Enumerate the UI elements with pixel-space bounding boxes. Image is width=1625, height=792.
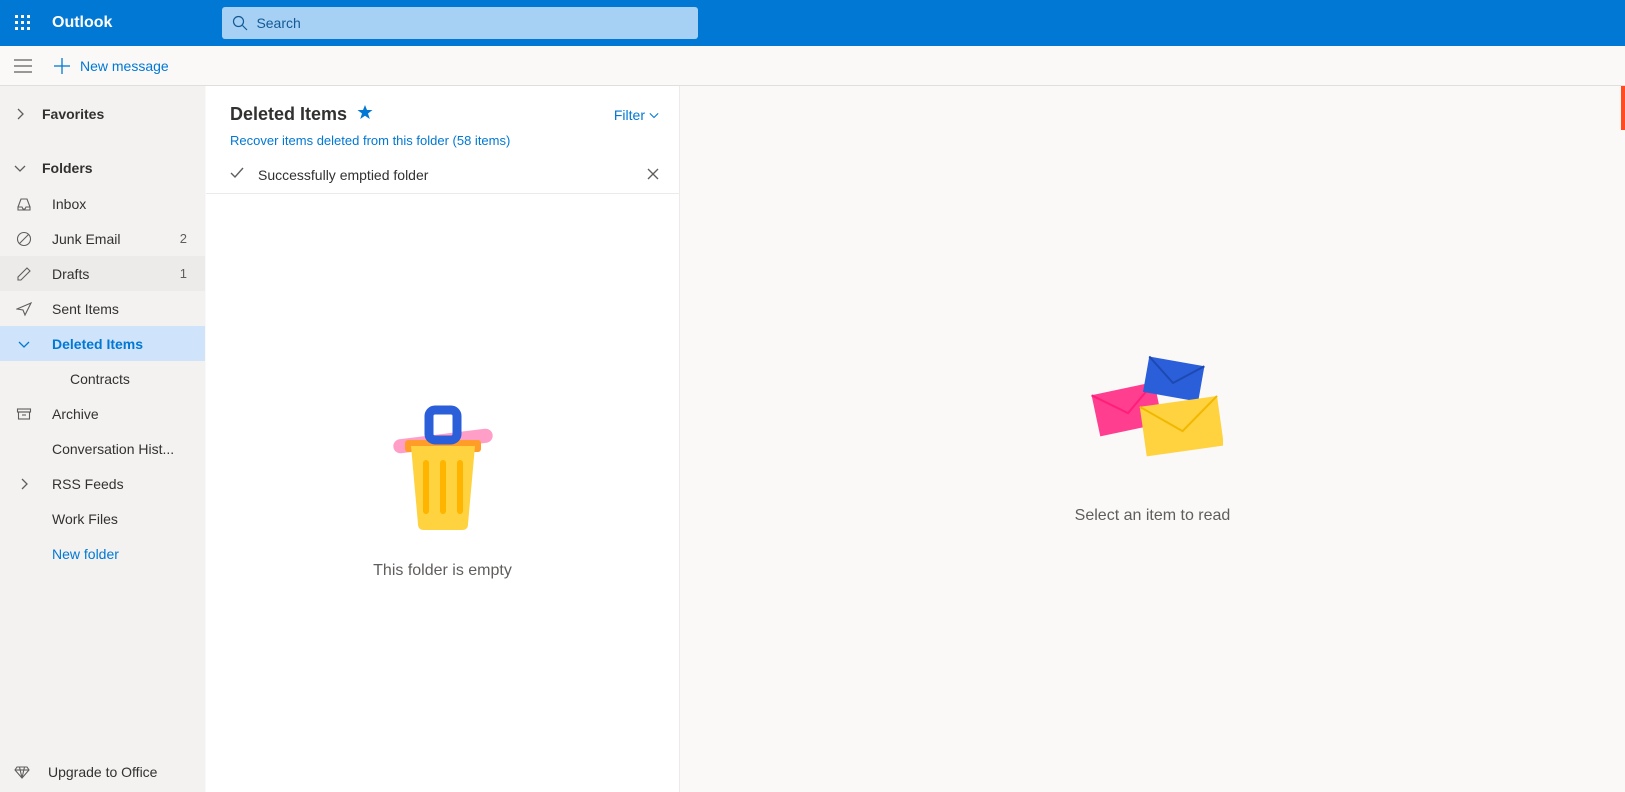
folder-title: Deleted Items [230, 104, 347, 125]
search-input[interactable] [248, 7, 698, 39]
pencil-icon [14, 266, 34, 282]
sidebar-item-label: RSS Feeds [52, 476, 205, 492]
waffle-icon [15, 15, 31, 31]
empty-state: This folder is empty [206, 194, 679, 792]
nav-toggle-button[interactable] [0, 59, 46, 73]
new-folder-label: New folder [52, 546, 205, 562]
search-box[interactable] [222, 7, 698, 39]
hamburger-icon [14, 59, 32, 73]
check-icon [230, 166, 244, 183]
sidebar-item-drafts[interactable]: Drafts 1 [0, 256, 205, 291]
archive-icon [14, 406, 34, 422]
chevron-down-icon [14, 162, 26, 174]
favorites-header[interactable]: Favorites [0, 96, 205, 132]
folders-label: Folders [42, 160, 93, 176]
sidebar-item-label: Work Files [52, 511, 205, 527]
envelopes-illustration [1083, 353, 1223, 463]
chevron-right-icon [14, 108, 26, 120]
filter-label: Filter [614, 107, 645, 123]
sidebar-spacer [0, 571, 205, 752]
sidebar-item-label: Sent Items [52, 301, 205, 317]
sidebar-item-label: Junk Email [52, 231, 180, 247]
close-icon [647, 168, 659, 180]
reading-placeholder-text: Select an item to read [1075, 507, 1231, 525]
message-list-pane: Deleted Items Filter Recover items delet… [206, 86, 680, 792]
inbox-icon [14, 196, 34, 212]
sidebar-item-count: 2 [180, 231, 187, 246]
toolbar: New message [0, 46, 1625, 86]
sidebar-item-rss[interactable]: RSS Feeds [0, 466, 205, 501]
sidebar-item-label: Deleted Items [52, 336, 205, 352]
favorite-star-button[interactable] [357, 104, 373, 125]
upgrade-button[interactable]: Upgrade to Office [0, 752, 205, 792]
sidebar-item-sent[interactable]: Sent Items [0, 291, 205, 326]
sidebar-item-contracts[interactable]: Contracts [0, 361, 205, 396]
notification-text: Successfully emptied folder [258, 167, 633, 183]
chevron-down-icon [14, 338, 34, 350]
app-name[interactable]: Outlook [52, 14, 112, 32]
sidebar-item-deleted[interactable]: Deleted Items [0, 326, 205, 361]
sidebar-item-junk[interactable]: Junk Email 2 [0, 221, 205, 256]
search-icon [232, 15, 248, 31]
notification-bar: Successfully emptied folder [206, 156, 679, 194]
main-layout: Favorites Folders Inbox Junk Email 2 Dra… [0, 86, 1625, 792]
chevron-down-icon [649, 110, 659, 120]
chevron-right-icon [14, 478, 34, 490]
new-message-label: New message [80, 58, 169, 74]
sidebar-item-label: Conversation Hist... [52, 441, 205, 457]
accent-strip [1621, 86, 1625, 130]
sidebar-item-label: Archive [52, 406, 205, 422]
filter-button[interactable]: Filter [614, 107, 659, 123]
title-bar: Outlook [0, 0, 1625, 46]
sidebar-item-workfiles[interactable]: Work Files [0, 501, 205, 536]
sidebar-item-archive[interactable]: Archive [0, 396, 205, 431]
sidebar-item-conversation-history[interactable]: Conversation Hist... [0, 431, 205, 466]
sidebar-item-label: Drafts [52, 266, 180, 282]
send-icon [14, 301, 34, 317]
sidebar-item-label: Inbox [52, 196, 205, 212]
favorites-label: Favorites [42, 106, 104, 122]
sidebar-item-count: 1 [180, 266, 187, 281]
folders-header[interactable]: Folders [0, 150, 205, 186]
trash-illustration [383, 404, 503, 534]
new-folder-button[interactable]: New folder [0, 536, 205, 571]
app-launcher-button[interactable] [0, 0, 46, 46]
empty-text: This folder is empty [373, 562, 512, 580]
plus-icon [54, 58, 70, 74]
reading-pane: Select an item to read [680, 86, 1625, 792]
blocked-icon [14, 231, 34, 247]
new-message-button[interactable]: New message [46, 58, 177, 74]
sidebar: Favorites Folders Inbox Junk Email 2 Dra… [0, 86, 206, 792]
sidebar-item-inbox[interactable]: Inbox [0, 186, 205, 221]
diamond-icon [14, 764, 30, 780]
notification-close-button[interactable] [647, 167, 659, 183]
list-header: Deleted Items Filter Recover items delet… [206, 86, 679, 156]
upgrade-label: Upgrade to Office [48, 764, 157, 780]
star-icon [357, 104, 373, 120]
sidebar-item-label: Contracts [70, 371, 205, 387]
recover-deleted-link[interactable]: Recover items deleted from this folder (… [230, 133, 659, 148]
